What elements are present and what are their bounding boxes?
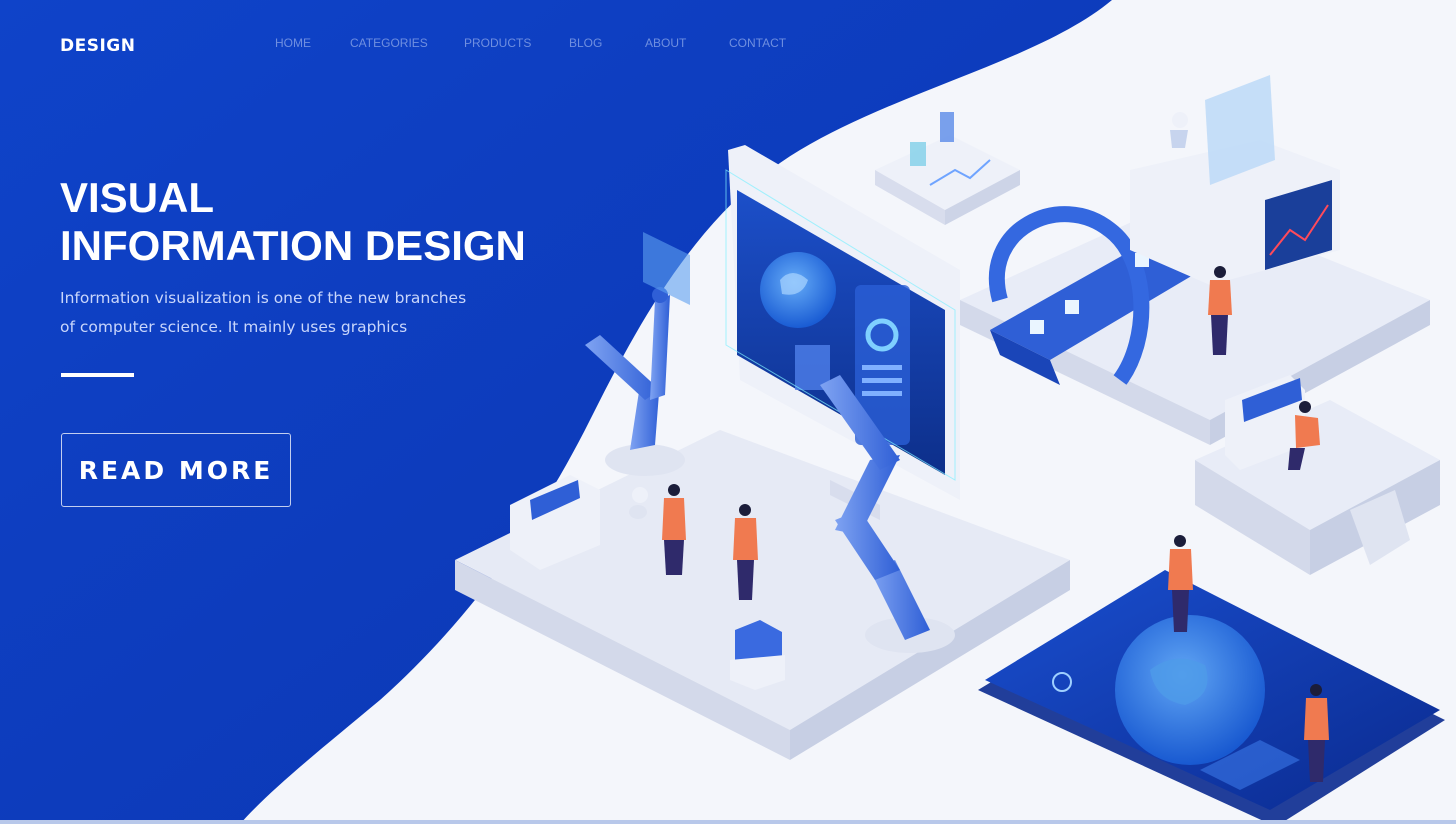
nav-item-about[interactable]: ABOUT: [645, 36, 686, 50]
nav-item-contact[interactable]: CONTACT: [729, 36, 786, 50]
landing-page: DESIGN HOME CATEGORIES PRODUCTS BLOG ABO…: [0, 0, 1456, 824]
hero-title-line2: INFORMATION DESIGN: [60, 222, 526, 269]
read-more-button[interactable]: READ MORE: [61, 433, 291, 507]
nav-item-categories[interactable]: CATEGORIES: [350, 36, 428, 50]
nav-item-home[interactable]: HOME: [275, 36, 311, 50]
background-illustration: [0, 0, 1445, 824]
hero-description-line2: of computer science. It mainly uses grap…: [60, 318, 408, 336]
nav-item-products[interactable]: PRODUCTS: [464, 36, 531, 50]
hero-description-line1: Information visualization is one of the …: [60, 289, 467, 307]
hero-title-line1: VISUAL: [60, 174, 215, 221]
nav-item-blog[interactable]: BLOG: [569, 36, 602, 50]
brand-logo[interactable]: DESIGN: [60, 36, 135, 56]
bottom-border: [0, 820, 1456, 824]
map-board-icon: [978, 570, 1445, 824]
hero-description: Information visualization is one of the …: [60, 284, 520, 342]
top-chart-platform: [875, 112, 1020, 225]
title-divider: [61, 373, 134, 377]
hero-title: VISUAL INFORMATION DESIGN: [60, 174, 526, 270]
